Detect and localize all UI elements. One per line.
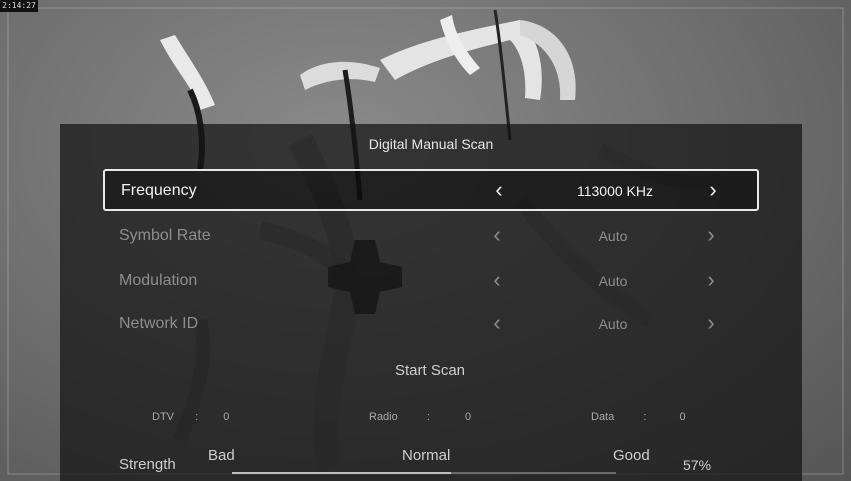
clock-readout: 2:14:27: [0, 0, 38, 12]
symbol-rate-row[interactable]: Symbol Rate ‹ Auto ›: [103, 216, 759, 258]
radio-label: Radio: [369, 411, 398, 423]
signal-strength-bar: [232, 472, 616, 474]
modulation-label: Modulation: [119, 272, 198, 289]
network-id-value: Auto: [598, 316, 628, 332]
frequency-label: Frequency: [121, 182, 197, 199]
radio-count: Radio : 0: [369, 411, 471, 423]
data-label: Data: [591, 411, 615, 423]
strength-level-normal: Normal: [402, 447, 451, 464]
data-value: 0: [679, 411, 686, 423]
dtv-label: DTV: [152, 411, 174, 423]
frequency-row[interactable]: Frequency ‹ 113000 KHz ›: [103, 169, 759, 211]
chevron-right-icon[interactable]: ›: [701, 267, 721, 293]
dtv-value: 0: [223, 411, 230, 423]
strength-label: Strength: [119, 456, 176, 473]
chevron-left-icon[interactable]: ‹: [487, 267, 507, 293]
dtv-separator: :: [195, 411, 199, 423]
chevron-right-icon[interactable]: ›: [701, 310, 721, 336]
symbol-rate-label: Symbol Rate: [119, 227, 211, 244]
chevron-left-icon[interactable]: ‹: [489, 177, 509, 203]
dtv-count: DTV : 0: [152, 411, 229, 423]
chevron-left-icon[interactable]: ‹: [487, 310, 507, 336]
chevron-right-icon[interactable]: ›: [703, 177, 723, 203]
chevron-right-icon[interactable]: ›: [701, 222, 721, 248]
chevron-left-icon[interactable]: ‹: [487, 222, 507, 248]
strength-level-bad: Bad: [208, 447, 235, 464]
data-count: Data : 0: [591, 411, 686, 423]
modulation-row[interactable]: Modulation ‹ Auto ›: [103, 261, 759, 303]
strength-level-good: Good: [613, 447, 650, 464]
manual-scan-dialog: Digital Manual Scan Frequency ‹ 113000 K…: [60, 124, 802, 481]
start-scan-button[interactable]: Start Scan: [360, 362, 500, 379]
modulation-value: Auto: [598, 273, 628, 289]
signal-strength-fill: [232, 472, 451, 474]
radio-separator: :: [426, 411, 430, 423]
strength-percent: 57%: [683, 457, 712, 473]
network-id-row[interactable]: Network ID ‹ Auto ›: [103, 304, 759, 346]
frequency-value: 113000 KHz: [576, 183, 653, 199]
data-separator: :: [643, 411, 647, 423]
dialog-title: Digital Manual Scan: [368, 136, 494, 152]
network-id-label: Network ID: [119, 315, 199, 332]
radio-value: 0: [464, 411, 472, 423]
symbol-rate-value: Auto: [598, 228, 628, 244]
